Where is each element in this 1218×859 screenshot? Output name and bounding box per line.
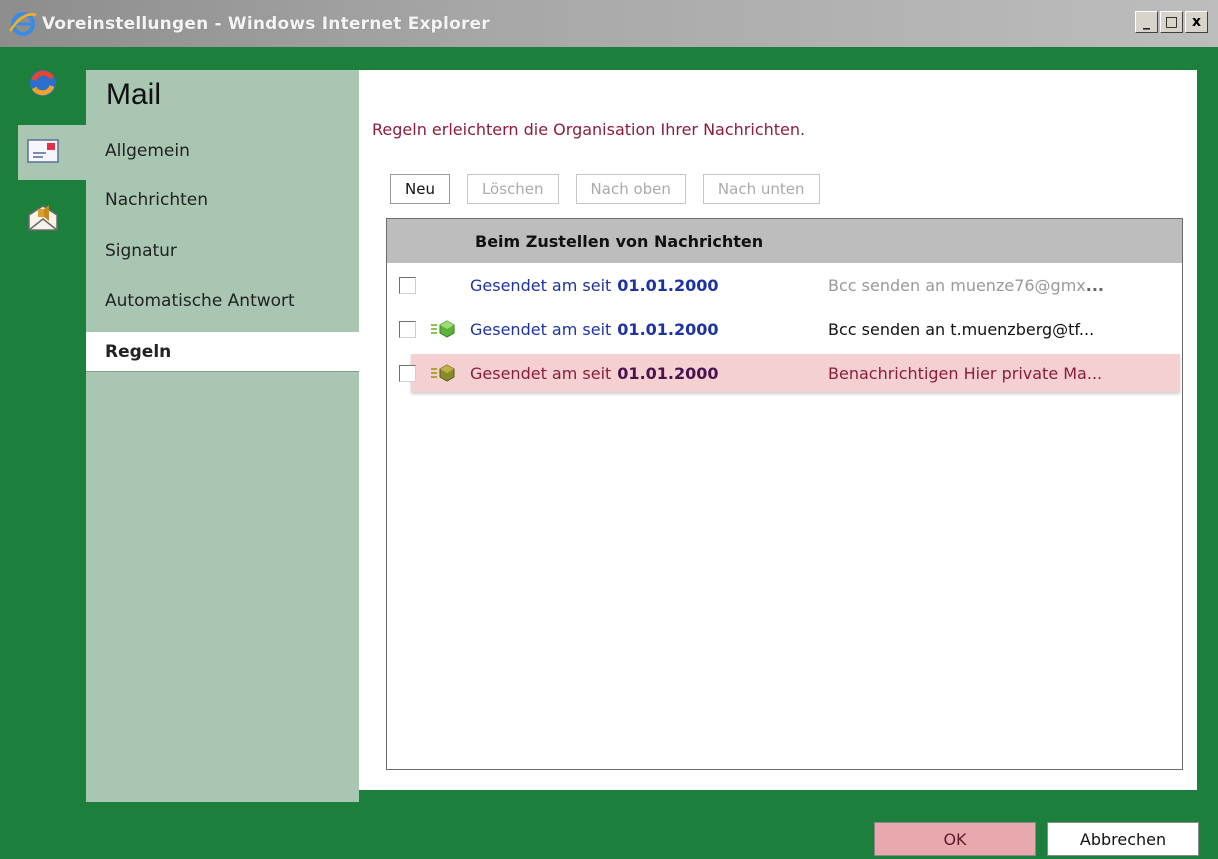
intro-text: Regeln erleichtern die Organisation Ihre… (372, 120, 806, 139)
move-up-button[interactable]: Nach oben (575, 174, 686, 204)
rule-date: 01.01.2000 (617, 319, 719, 339)
rule-date: 01.01.2000 (617, 363, 719, 383)
rule-date: 01.01.2000 (617, 275, 719, 295)
maximize-button[interactable]: □ (1160, 11, 1183, 33)
move-down-button[interactable]: Nach unten (702, 174, 820, 204)
minimize-button[interactable]: _ (1135, 11, 1158, 33)
rule-action[interactable]: Bcc senden an t.muenzberg@tf... (828, 320, 1094, 339)
rail-item-general[interactable] (18, 57, 86, 112)
delete-rule-button[interactable]: Löschen (466, 174, 559, 204)
rules-list-header: Beim Zustellen von Nachrichten (387, 219, 1182, 263)
new-rule-button[interactable]: Neu (390, 174, 450, 204)
active-rule-icon (429, 363, 457, 383)
envelope-speaker-icon (26, 203, 60, 237)
rule-row[interactable]: Gesendet am seit 01.01.2000 Bcc senden an… (387, 307, 1182, 351)
nav-item-allgemein[interactable]: Allgemein (86, 131, 359, 171)
window-controls: _ □ x (1135, 11, 1208, 33)
nav-item-nachrichten[interactable]: Nachrichten (86, 180, 359, 220)
category-rail (0, 47, 86, 807)
cancel-button[interactable]: Abbrechen (1047, 822, 1199, 856)
settings-nav: Mail Allgemein Nachrichten Signatur Auto… (86, 70, 359, 802)
rules-panel: Regeln erleichtern die Organisation Ihre… (359, 70, 1197, 790)
nav-title: Mail (106, 78, 162, 111)
rule-checkbox[interactable] (399, 276, 416, 294)
rail-item-mail[interactable] (18, 125, 86, 180)
rule-row[interactable]: Gesendet am seit 01.01.2000 Bcc senden an… (387, 263, 1182, 307)
rules-toolbar: Neu Löschen Nach oben Nach unten (390, 174, 837, 204)
rule-row[interactable]: Gesendet am seit 01.01.2000 Benachrichtig… (387, 351, 1182, 395)
nav-item-automatische-antwort[interactable]: Automatische Antwort (86, 281, 359, 321)
rule-checkbox[interactable] (399, 364, 416, 382)
ok-button[interactable]: OK (874, 822, 1036, 856)
rule-checkbox[interactable] (399, 320, 416, 338)
internet-explorer-icon (8, 9, 38, 39)
window-title: Voreinstellungen - Windows Internet Expl… (42, 13, 490, 34)
rule-action[interactable]: Benachrichtigen Hier private Ma... (828, 364, 1102, 383)
title-bar: Voreinstellungen - Windows Internet Expl… (0, 0, 1218, 47)
refresh-icon (26, 66, 60, 104)
nav-item-signatur[interactable]: Signatur (86, 231, 359, 271)
mail-settings-icon (26, 136, 60, 170)
rail-item-voicemail[interactable] (18, 192, 86, 247)
nav-item-regeln[interactable]: Regeln (86, 332, 359, 372)
rule-condition[interactable]: Gesendet am seit 01.01.2000 (470, 364, 719, 383)
active-rule-icon (429, 319, 457, 339)
rule-action[interactable]: Bcc senden an muenze76@gmx... (828, 276, 1104, 295)
close-button[interactable]: x (1185, 11, 1208, 33)
rules-list: Beim Zustellen von Nachrichten Gesendet … (386, 218, 1183, 770)
rule-condition[interactable]: Gesendet am seit 01.01.2000 (470, 320, 719, 339)
rule-condition[interactable]: Gesendet am seit 01.01.2000 (470, 276, 719, 295)
